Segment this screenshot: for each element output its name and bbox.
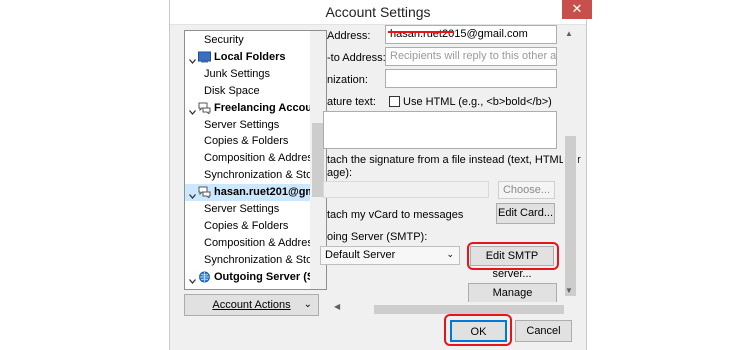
edit-smtp-highlight-annotation: [467, 242, 559, 270]
tree-item[interactable]: Synchronization & Storage: [185, 252, 326, 269]
manage-identities-button[interactable]: Manage Identities...: [468, 283, 557, 317]
tree-item-label: Synchronization & Storage: [204, 169, 327, 182]
tree-item[interactable]: Outgoing Server (SMTP: [185, 269, 326, 286]
tree-item[interactable]: Freelancing Account: [185, 100, 322, 117]
outgoing-server-select[interactable]: Default Server ⌄: [320, 246, 460, 265]
tree-item[interactable]: Composition & Addressing: [185, 235, 326, 252]
window-title: Account Settings: [325, 4, 431, 20]
tree-item[interactable]: Server Settings: [185, 201, 310, 218]
tree-item-label: Composition & Addressing: [204, 152, 327, 165]
scroll-down-icon[interactable]: ▼: [565, 286, 573, 295]
form-horizontal-scrollbar-thumb[interactable]: [374, 305, 564, 314]
tree-item[interactable]: Copies & Folders: [185, 133, 310, 150]
signature-file-field: [323, 181, 489, 198]
chevron-down-icon: ⌄: [446, 249, 454, 259]
tree-item-label: Junk Settings: [204, 67, 271, 80]
tree-item-label: Copies & Folders: [204, 135, 289, 148]
tree-item-label: Composition & Addressing: [204, 236, 327, 249]
scroll-up-icon[interactable]: ▲: [565, 29, 573, 38]
replyto-field[interactable]: Recipients will reply to this other addr…: [385, 47, 557, 66]
ok-highlight-annotation: [444, 314, 512, 346]
tree-item[interactable]: hasan.ruet201@gmail.c: [185, 184, 326, 202]
attach-signature-label: tach the signature from a file instead (…: [327, 154, 581, 166]
email-strike-annotation: [388, 28, 454, 33]
account-tree: Security Local Folders Junk Settings Disk S…: [184, 30, 327, 290]
tree-item[interactable]: Copies & Folders: [185, 218, 310, 235]
edit-card-button[interactable]: Edit Card...: [496, 203, 555, 224]
tree-item-label: Freelancing Account: [214, 101, 323, 114]
form-vertical-scrollbar[interactable]: ▲ ▼: [563, 26, 578, 298]
tree-item-label: Copies & Folders: [204, 219, 289, 232]
email-label: Address:: [327, 30, 371, 42]
use-html-label: Use HTML (e.g., <b>bold</b>): [403, 96, 552, 108]
replyto-label: -to Address:: [327, 52, 386, 64]
choose-button[interactable]: Choose...: [498, 181, 555, 199]
organization-label: nization:: [327, 74, 368, 86]
cancel-button[interactable]: Cancel: [515, 320, 572, 342]
tree-item[interactable]: Local Folders: [185, 49, 310, 66]
account-settings-window: Account Settings ✕ Security Local Folders…: [169, 0, 592, 350]
chat-account-icon: [198, 102, 211, 115]
tree-item-label: Disk Space: [204, 84, 260, 97]
tree-item[interactable]: Security: [185, 32, 310, 49]
account-actions-label: Account Actions: [212, 299, 291, 311]
tree-item-label: Security: [204, 34, 244, 46]
attach-signature-label-2: age):: [327, 167, 353, 179]
tree-item[interactable]: Server Settings: [185, 117, 310, 134]
tree-item-label: Local Folders: [214, 50, 286, 63]
chevron-down-icon[interactable]: [189, 54, 196, 64]
use-html-checkbox[interactable]: [389, 96, 400, 107]
tree-item-label: Server Settings: [204, 118, 280, 131]
globe-icon: [198, 271, 211, 283]
tree-item[interactable]: Synchronization & Storage: [185, 167, 326, 184]
tree-item[interactable]: Composition & Addressing: [185, 150, 326, 167]
signature-textarea[interactable]: [323, 111, 557, 149]
chevron-down-icon[interactable]: [189, 189, 196, 200]
chevron-down-icon[interactable]: [189, 274, 196, 284]
attach-vcard-label: tach my vCard to messages: [327, 209, 464, 221]
title-bar: Account Settings ✕: [170, 0, 592, 25]
account-actions-button[interactable]: Account Actions ⌄: [184, 294, 319, 316]
chevron-down-icon: ⌄: [303, 299, 312, 310]
tree-item-label: Synchronization & Storage: [204, 253, 327, 266]
tree-item[interactable]: Junk Settings: [185, 66, 310, 83]
organization-field[interactable]: [385, 69, 557, 88]
tree-item-label: Server Settings: [204, 203, 280, 215]
tree-item[interactable]: Disk Space: [185, 83, 310, 100]
form-vertical-scrollbar-thumb[interactable]: [565, 136, 576, 296]
chevron-down-icon[interactable]: [189, 105, 196, 115]
signature-text-label: ature text:: [327, 96, 376, 108]
scroll-left-icon[interactable]: ◀: [334, 302, 340, 311]
outgoing-server-value: Default Server: [325, 249, 396, 261]
outgoing-server-label: oing Server (SMTP):: [327, 231, 428, 243]
close-button[interactable]: ✕: [562, 0, 592, 19]
chat-account-icon: [198, 186, 211, 200]
folder-icon: [198, 51, 211, 63]
